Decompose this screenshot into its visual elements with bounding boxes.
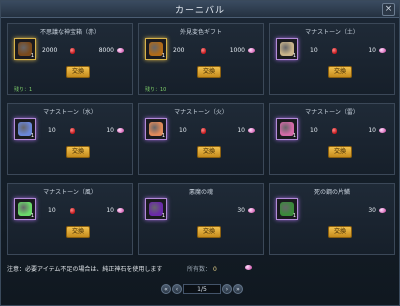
ruby-gem-icon: [70, 48, 75, 54]
exchange-button[interactable]: 交換: [197, 226, 221, 238]
exchange-card: マナストーン（土） 1 10 10 交換: [269, 23, 395, 95]
item-slot[interactable]: 1: [145, 198, 167, 220]
notice-text: 注意：必要アイテム不足の場合は、純正神石を使用します: [7, 266, 163, 273]
ruby-gem-icon: [70, 208, 75, 214]
next-page-button[interactable]: ›: [222, 284, 232, 294]
item-quantity: 1: [292, 213, 296, 219]
item-name: 不思議な神宝箱（赤）: [39, 29, 100, 36]
prev-page-button[interactable]: ‹: [172, 284, 182, 294]
owned-label: 所有数：: [187, 266, 212, 273]
owned-count: 所有数： 0: [187, 264, 217, 273]
coin-cost: 10: [368, 47, 376, 54]
carnival-coin-icon: [379, 208, 386, 213]
carnival-coin-icon: [379, 128, 386, 133]
last-page-button[interactable]: »: [233, 284, 243, 294]
page-indicator: 1/5: [183, 284, 221, 294]
ruby-gem-icon: [201, 128, 206, 134]
item-quantity: 1: [161, 53, 165, 59]
item-quantity: 1: [30, 213, 34, 219]
item-slot[interactable]: 1: [145, 38, 167, 60]
exchange-card: 不思議な神宝箱（赤） 1 2000 8000 交換残り：1: [7, 23, 133, 95]
item-quantity: 1: [161, 133, 165, 139]
exchange-button[interactable]: 交換: [328, 66, 352, 78]
gem-cost: 2000: [42, 47, 58, 54]
coin-cost: 30: [237, 207, 245, 214]
carnival-coin-icon: [117, 48, 124, 53]
remaining-count: 残り：10: [145, 87, 167, 93]
gem-cost: 10: [310, 127, 318, 134]
close-icon[interactable]: ×: [382, 3, 395, 16]
exchange-button[interactable]: 交換: [197, 66, 221, 78]
exchange-card: 外見変色ギフト 1 200 1000 交換残り：10: [138, 23, 264, 95]
carnival-coin-icon: [117, 128, 124, 133]
item-name: マナストーン（火）: [174, 109, 228, 116]
coin-cost: 30: [368, 207, 376, 214]
first-page-button[interactable]: «: [161, 284, 171, 294]
title-bar: カーニバル ×: [1, 1, 399, 18]
remaining-count: 残り：1: [14, 87, 33, 93]
coin-cost: 10: [106, 207, 114, 214]
coin-cost: 8000: [98, 47, 114, 54]
carnival-coin-icon: [379, 48, 386, 53]
item-quantity: 1: [30, 53, 34, 59]
item-slot[interactable]: 1: [14, 38, 36, 60]
exchange-card: マナストーン（水） 1 10 10 交換: [7, 103, 133, 175]
ruby-gem-icon: [201, 48, 206, 54]
item-name: マナストーン（雷）: [305, 109, 359, 116]
item-quantity: 1: [30, 133, 34, 139]
item-name: マナストーン（水）: [43, 109, 97, 116]
exchange-card: マナストーン（雷） 1 10 10 交換: [269, 103, 395, 175]
gem-cost: 10: [48, 207, 56, 214]
exchange-button[interactable]: 交換: [66, 146, 90, 158]
item-slot[interactable]: 1: [276, 198, 298, 220]
window-title: カーニバル: [174, 6, 225, 16]
item-name: 悪魔の魂: [188, 189, 213, 196]
coin-cost: 10: [368, 127, 376, 134]
exchange-button[interactable]: 交換: [66, 66, 90, 78]
item-name: 死の鋼の片鱗: [313, 189, 350, 196]
item-slot[interactable]: 1: [14, 198, 36, 220]
coin-cost: 1000: [229, 47, 245, 54]
item-slot[interactable]: 1: [14, 118, 36, 140]
ruby-gem-icon: [332, 128, 337, 134]
exchange-button[interactable]: 交換: [66, 226, 90, 238]
exchange-card: 死の鋼の片鱗 1 30 交換: [269, 183, 395, 255]
gem-cost: 10: [179, 127, 187, 134]
exchange-button[interactable]: 交換: [328, 146, 352, 158]
owned-value: 0: [212, 266, 217, 273]
item-quantity: 1: [161, 213, 165, 219]
exchange-card: 悪魔の魂 1 30 交換: [138, 183, 264, 255]
exchange-card: マナストーン（火） 1 10 10 交換: [138, 103, 264, 175]
carnival-coin-icon: [248, 128, 255, 133]
gem-cost: 200: [173, 47, 185, 54]
item-quantity: 1: [292, 133, 296, 139]
exchange-button[interactable]: 交換: [328, 226, 352, 238]
exchange-card: マナストーン（風） 1 10 10 交換: [7, 183, 133, 255]
carnival-coin-icon: [248, 48, 255, 53]
carnival-coin-icon: [248, 208, 255, 213]
item-name: 外見変色ギフト: [179, 29, 222, 36]
gem-cost: 10: [48, 127, 56, 134]
item-slot[interactable]: 1: [145, 118, 167, 140]
ruby-gem-icon: [70, 128, 75, 134]
ruby-gem-icon: [332, 48, 337, 54]
coin-cost: 10: [106, 127, 114, 134]
item-grid: 不思議な神宝箱（赤） 1 2000 8000 交換 残り：1 外見変色ギフト 1 200 1000…: [7, 23, 395, 255]
item-name: マナストーン（土）: [305, 29, 359, 36]
item-quantity: 1: [292, 53, 296, 59]
item-slot[interactable]: 1: [276, 38, 298, 60]
item-slot[interactable]: 1: [276, 118, 298, 140]
item-name: マナストーン（風）: [43, 189, 97, 196]
carnival-coin-icon: [117, 208, 124, 213]
coin-cost: 10: [237, 127, 245, 134]
carnival-window: カーニバル × 不思議な神宝箱（赤） 1 2000 8000 交換 残り：1 外見変色ギフト…: [0, 0, 400, 306]
gem-cost: 10: [310, 47, 318, 54]
carnival-coin-icon: [245, 265, 252, 270]
exchange-button[interactable]: 交換: [197, 146, 221, 158]
